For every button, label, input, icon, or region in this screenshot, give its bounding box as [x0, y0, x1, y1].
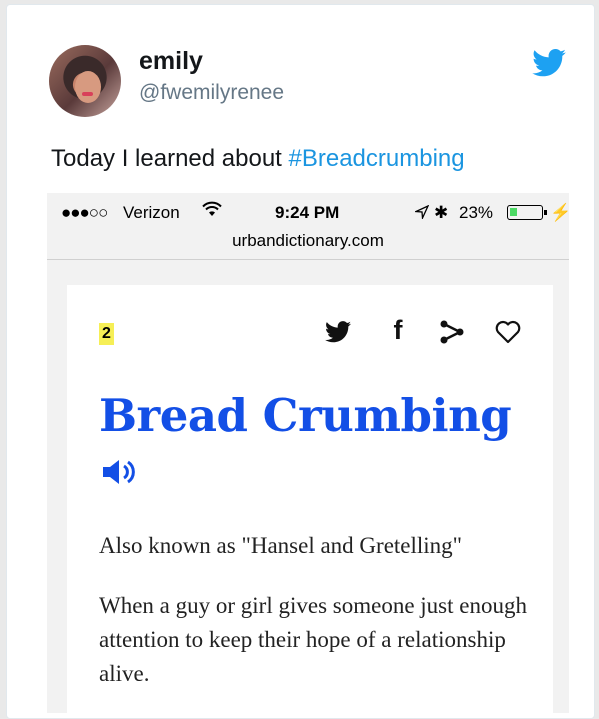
battery-nub — [544, 210, 547, 215]
share-icon[interactable] — [439, 319, 465, 345]
bluetooth-icon: ✱ — [434, 203, 449, 222]
location-arrow-icon — [415, 205, 429, 219]
phone-status-bar: ●●●○○ Verizon 9:24 PM ✱ 23% ⚡ — [47, 193, 569, 229]
clock: 9:24 PM — [275, 203, 340, 222]
address-bar-url[interactable]: urbandictionary.com — [47, 231, 569, 251]
twitter-icon[interactable] — [325, 319, 351, 345]
display-name[interactable]: emily — [139, 47, 203, 76]
speaker-icon[interactable] — [101, 457, 135, 487]
facebook-icon[interactable]: f — [385, 315, 411, 345]
tweet-text-prefix: Today I learned about — [51, 145, 289, 172]
charging-bolt-icon: ⚡ — [550, 203, 569, 223]
twitter-bird-icon[interactable] — [532, 49, 566, 77]
meaning-paragraph: Also known as "Hansel and Gretelling" — [99, 533, 463, 558]
hashtag-link[interactable]: #Breadcrumbing — [289, 145, 465, 172]
url-divider — [47, 259, 569, 260]
tweet-card: emily @fwemilyrenee Today I learned abou… — [6, 4, 595, 719]
battery-percent: 23% — [459, 203, 494, 222]
definition-meaning: Also known as "Hansel and Gretelling" Wh… — [99, 529, 539, 713]
heart-icon[interactable] — [495, 319, 521, 345]
embedded-screenshot[interactable]: ●●●○○ Verizon 9:24 PM ✱ 23% ⚡ urbandicti… — [47, 193, 569, 713]
avatar[interactable] — [49, 45, 121, 117]
wifi-icon — [202, 201, 222, 216]
avatar-face — [75, 71, 101, 103]
rank-badge: 2 — [99, 323, 114, 345]
signal-strength: ●●●○○ — [61, 203, 108, 222]
battery-icon — [507, 205, 547, 220]
tweet-text: Today I learned about #Breadcrumbing — [51, 145, 465, 173]
carrier-name: Verizon — [123, 203, 180, 222]
meaning-paragraph: When a guy or girl gives someone just en… — [99, 593, 527, 686]
user-handle[interactable]: @fwemilyrenee — [139, 81, 284, 105]
battery-fill — [510, 208, 517, 216]
definition-card: 2 f Bread Crumbing Also known as "Hansel… — [67, 285, 553, 713]
avatar-lips — [82, 92, 93, 96]
definition-word[interactable]: Bread Crumbing — [99, 389, 512, 442]
